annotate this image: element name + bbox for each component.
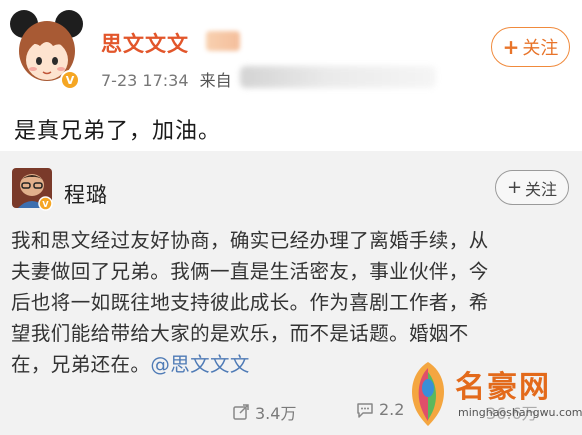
- repost-text-line: 在，兄弟还在。: [11, 353, 151, 376]
- repost-text-line: 后也将一如既往地支持彼此成长。作为喜剧工作者，希: [11, 291, 489, 314]
- post-time: 7-23 17:34: [101, 71, 189, 90]
- comment-icon: [357, 402, 373, 418]
- repost-author-name[interactable]: 程璐: [64, 179, 108, 209]
- post-meta: 7-23 17:34 来自: [101, 67, 232, 91]
- svg-text:V: V: [42, 200, 49, 209]
- post-text: 是真兄弟了，加油。: [14, 119, 222, 144]
- share-count: 3.4万: [255, 404, 297, 423]
- follow-button-label: 关注: [522, 38, 559, 59]
- comment-count: 2.2: [379, 400, 405, 419]
- watermark: 名豪网 minghaoshangwu.com: [402, 358, 582, 430]
- verified-badge-icon: V: [38, 196, 53, 211]
- repost-text-line: 我和思文经过友好协商，确实已经办理了离婚手续，从: [11, 229, 489, 252]
- repost-follow-label: 关注: [525, 179, 558, 199]
- repost-text-line: 望我们能给带给大家的是欢乐，而不是话题。婚姻不: [11, 322, 469, 345]
- comment-button[interactable]: 2.2: [356, 400, 404, 419]
- repost-follow-button[interactable]: + 关注: [495, 170, 569, 205]
- repost-text-line: 夫妻做回了兄弟。我俩一直是生活密友，事业伙伴，今: [11, 260, 489, 283]
- mention-link[interactable]: @思文文文: [150, 353, 250, 376]
- vip-badge-icon: [206, 31, 240, 51]
- plus-icon: +: [502, 35, 520, 59]
- share-button[interactable]: 3.4万: [232, 400, 296, 424]
- share-icon: [233, 404, 249, 420]
- watermark-title: 名豪网: [455, 370, 551, 405]
- watermark-logo-icon: [412, 362, 444, 426]
- follow-button[interactable]: + 关注: [491, 27, 570, 67]
- plus-icon: +: [506, 177, 523, 198]
- repost-text: 我和思文经过友好协商，确实已经办理了离婚手续，从 夫妻做回了兄弟。我俩一直是生活…: [11, 225, 579, 380]
- svg-text:V: V: [66, 74, 75, 87]
- post-source-blurred: [240, 66, 436, 88]
- post-source-label: 来自: [199, 71, 232, 90]
- verified-badge-icon: V: [60, 70, 80, 90]
- post-author-name[interactable]: 思文文文: [101, 28, 189, 58]
- post-header: V 思文文文 7-23 17:34 来自 + 关注: [0, 0, 582, 96]
- watermark-url: minghaoshangwu.com: [458, 406, 582, 419]
